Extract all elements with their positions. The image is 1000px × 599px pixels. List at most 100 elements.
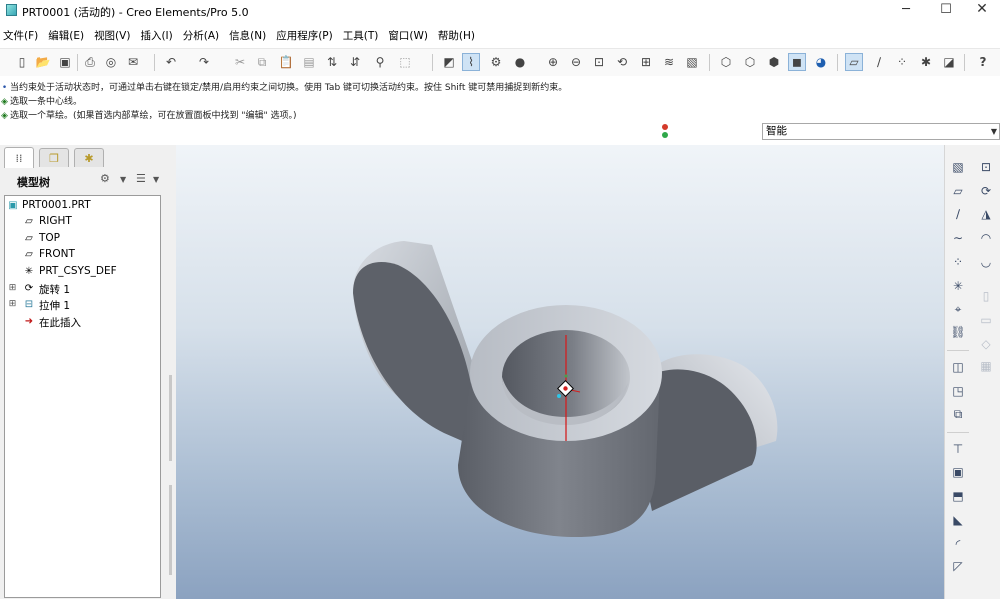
regenerate-icon[interactable]: ⇅: [323, 53, 341, 71]
blend-icon[interactable]: ◠: [976, 229, 996, 247]
merge-icon[interactable]: ⛓: [948, 323, 968, 341]
graphics-viewport[interactable]: [176, 145, 944, 599]
sketch-icon[interactable]: ◩: [440, 53, 458, 71]
draft-icon[interactable]: ◇: [976, 335, 996, 353]
chamfer-icon[interactable]: ▦: [976, 357, 996, 375]
menu-view[interactable]: 视图(V): [94, 28, 130, 44]
enhanced-realism-icon[interactable]: ◕: [812, 53, 830, 71]
email-icon[interactable]: ✉: [124, 53, 142, 71]
datum-display-icon[interactable]: ⌇: [462, 53, 480, 71]
round-icon[interactable]: ◡: [976, 253, 996, 271]
shading-icon[interactable]: ●: [511, 53, 529, 71]
regenerate-manager-icon[interactable]: ⇵: [346, 53, 364, 71]
expand-icon[interactable]: ⊞: [8, 284, 17, 293]
chevron-down-icon[interactable]: ▼: [153, 175, 159, 191]
redo-icon[interactable]: ↷: [195, 53, 213, 71]
chevron-down-icon: ▼: [990, 127, 997, 136]
preview-icon[interactable]: ◎: [102, 53, 120, 71]
round-icon[interactable]: ◜: [948, 535, 968, 553]
datum-axes-icon[interactable]: ∕: [870, 53, 888, 71]
select-box-icon[interactable]: ⬚: [396, 53, 414, 71]
expand-icon[interactable]: ⊞: [8, 300, 17, 309]
print-icon[interactable]: ⎙: [81, 53, 99, 71]
paste-icon[interactable]: 📋: [277, 53, 295, 71]
extrude-tool-icon[interactable]: ⬒: [948, 487, 968, 505]
hole-icon[interactable]: ⊡: [976, 158, 996, 176]
menu-applications[interactable]: 应用程序(P): [276, 28, 333, 44]
tree-item-extrude[interactable]: ⊞ ⊟ 拉伸 1: [5, 297, 160, 313]
shell-icon[interactable]: ▣: [948, 463, 968, 481]
sketch-plane-icon[interactable]: ▧: [948, 158, 968, 176]
save-icon[interactable]: ▣: [56, 53, 74, 71]
tree-item-csys[interactable]: ✳ PRT_CSYS_DEF: [5, 264, 160, 280]
zoom-out-icon[interactable]: ⊖: [567, 53, 585, 71]
pattern-icon[interactable]: ▯: [976, 287, 996, 305]
blend-icon[interactable]: ◳: [948, 382, 968, 400]
menu-edit[interactable]: 编辑(E): [48, 28, 84, 44]
tree-item-top[interactable]: ▱ TOP: [5, 231, 160, 247]
menu-tools[interactable]: 工具(T): [343, 28, 379, 44]
menu-file[interactable]: 文件(F): [3, 28, 38, 44]
axis-display-icon[interactable]: ⚙: [487, 53, 505, 71]
panel-splitter[interactable]: [168, 375, 173, 595]
open-folder-icon[interactable]: 📂: [34, 53, 52, 71]
copy-icon[interactable]: ⧉: [253, 53, 271, 71]
refit-icon[interactable]: ⊡: [590, 53, 608, 71]
menu-info[interactable]: 信息(N): [229, 28, 266, 44]
rib-icon[interactable]: ⊤: [948, 440, 968, 458]
layers-icon[interactable]: ≋: [660, 53, 678, 71]
undo-icon[interactable]: ↶: [162, 53, 180, 71]
tree-show-icon[interactable]: ☰: [136, 172, 146, 188]
find-icon[interactable]: ⚲: [371, 53, 389, 71]
tree-item-revolve[interactable]: ⊞ ⟳ 旋转 1: [5, 281, 160, 297]
wireframe-icon[interactable]: ⬡: [717, 53, 735, 71]
datum-planes-icon[interactable]: ▱: [845, 53, 863, 71]
close-button[interactable]: ✕: [962, 0, 1000, 20]
menu-analysis[interactable]: 分析(A): [183, 28, 219, 44]
new-file-icon[interactable]: ▯: [13, 53, 31, 71]
shaded-icon[interactable]: ◼: [788, 53, 806, 71]
hidden-line-icon[interactable]: ⬡: [741, 53, 759, 71]
view-manager-icon[interactable]: ▧: [683, 53, 701, 71]
toolbar-separator: [709, 54, 710, 71]
context-help-icon[interactable]: ?: [974, 53, 992, 71]
menu-window[interactable]: 窗口(W): [388, 28, 428, 44]
pattern-icon[interactable]: ⧉: [948, 405, 968, 423]
datum-point-icon[interactable]: ⁘: [948, 253, 968, 271]
datum-curve-icon[interactable]: ∼: [948, 229, 968, 247]
tab-model-tree[interactable]: ⁞⁞: [4, 147, 34, 168]
tab-favorites[interactable]: ✱: [74, 148, 104, 167]
tab-folder-browser[interactable]: ❐: [39, 148, 69, 167]
mirror-icon[interactable]: ◮: [976, 205, 996, 223]
saved-views-icon[interactable]: ⊞: [637, 53, 655, 71]
draft-icon[interactable]: ◣: [948, 511, 968, 529]
datum-axis-tool-icon[interactable]: ∕: [948, 205, 968, 223]
wing-nut-model: [352, 241, 778, 537]
datum-plane-tool-icon[interactable]: ▱: [948, 182, 968, 200]
tree-settings-icon[interactable]: ⚙: [100, 172, 110, 188]
maximize-button[interactable]: ☐: [926, 0, 966, 20]
coordinate-systems-icon[interactable]: ✱: [917, 53, 935, 71]
paste-special-icon[interactable]: ▤: [300, 53, 318, 71]
chevron-down-icon[interactable]: ▼: [120, 175, 126, 191]
menu-help[interactable]: 帮助(H): [438, 28, 475, 44]
csys-tool-icon[interactable]: ✳: [948, 277, 968, 295]
tree-item-front[interactable]: ▱ FRONT: [5, 247, 160, 263]
chamfer-icon[interactable]: ◸: [948, 557, 968, 575]
sweep-icon[interactable]: ◫: [948, 358, 968, 376]
shell-icon[interactable]: ▭: [976, 311, 996, 329]
selection-filter-select[interactable]: 智能 ▼: [762, 123, 1000, 140]
menu-insert[interactable]: 插入(I): [140, 28, 172, 44]
cut-icon[interactable]: ✂: [231, 53, 249, 71]
reorient-icon[interactable]: ⟲: [613, 53, 631, 71]
tree-item-insert-here[interactable]: ➜ 在此插入: [5, 314, 160, 330]
no-hidden-icon[interactable]: ⬢: [765, 53, 783, 71]
zoom-in-icon[interactable]: ⊕: [544, 53, 562, 71]
datum-points-icon[interactable]: ⁘: [893, 53, 911, 71]
revolve-tool-icon[interactable]: ⟳: [976, 182, 996, 200]
analysis-feature-icon[interactable]: ⌖: [948, 300, 968, 318]
tree-item-part[interactable]: ▣ PRT0001.PRT: [5, 198, 160, 214]
minimize-button[interactable]: ─: [886, 0, 926, 20]
annotation-icon[interactable]: ◪: [940, 53, 958, 71]
tree-item-right[interactable]: ▱ RIGHT: [5, 214, 160, 230]
